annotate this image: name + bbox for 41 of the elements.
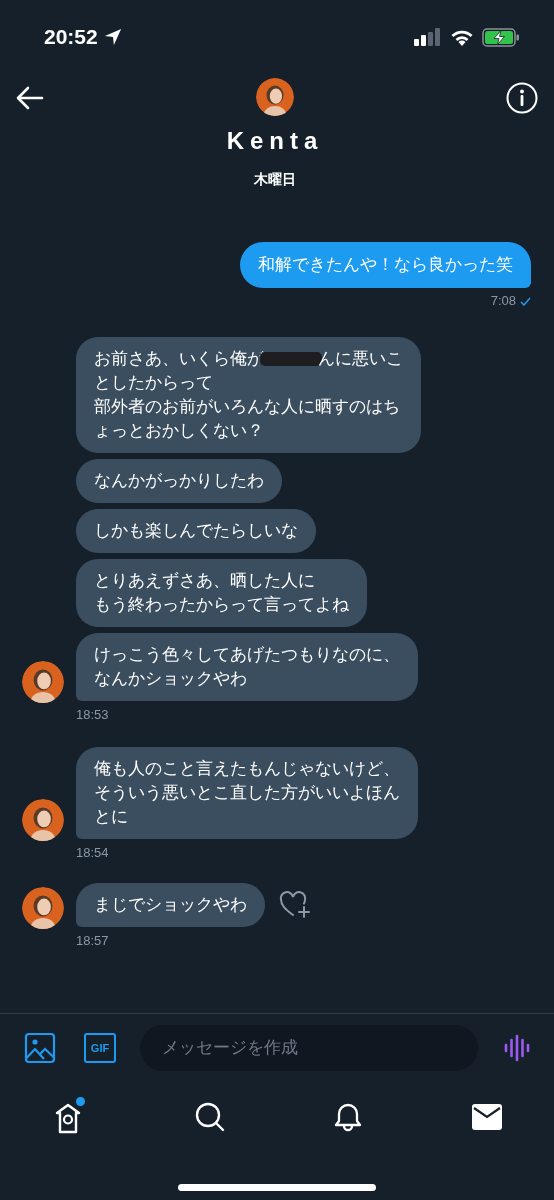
image-icon[interactable]	[24, 1032, 56, 1064]
back-arrow-icon[interactable]	[16, 86, 44, 110]
gif-button[interactable]: GIF	[84, 1033, 116, 1063]
message-text: 俺も人のこと言えたもんじゃないけど、	[94, 758, 400, 780]
avatar[interactable]	[22, 887, 64, 929]
message-text: としたからって	[94, 372, 213, 394]
message-text: まじでショックやわ	[94, 894, 247, 916]
message-input[interactable]: メッセージを作成	[140, 1025, 478, 1071]
mail-icon[interactable]	[471, 1104, 502, 1130]
info-icon[interactable]	[506, 82, 538, 114]
add-reaction-icon[interactable]	[279, 891, 311, 919]
avatar[interactable]	[256, 78, 294, 116]
message-text: ょっとおかしくない？	[94, 420, 264, 442]
message-text: なんかがっかりしたわ	[94, 470, 264, 492]
clock-time: 20:52	[44, 24, 98, 51]
message-text: けっこう色々してあげたつもりなのに、	[94, 644, 400, 666]
message-text: んに悪いこ	[318, 348, 403, 370]
date-label: 木曜日	[254, 170, 296, 188]
message-text: そういう悪いとこ直した方がいいよほん	[94, 782, 400, 804]
home-indicator[interactable]	[178, 1183, 376, 1191]
message-bubble: 和解できたんや！なら良かった笑	[240, 242, 531, 288]
message-text: とりあえずさあ、晒した人に	[94, 570, 315, 592]
message-text: 部外者のお前がいろんな人に晒すのはち	[94, 396, 400, 418]
bell-icon[interactable]	[333, 1101, 364, 1133]
message-time: 18:57	[76, 933, 109, 949]
message-text: なんかショックやわ	[94, 668, 247, 690]
wifi-icon	[450, 28, 474, 46]
message-text: しかも楽しんでたらしいな	[94, 520, 298, 542]
location-arrow-icon	[103, 28, 122, 46]
avatar[interactable]	[22, 661, 64, 703]
message-time: 18:54	[76, 845, 109, 861]
search-icon[interactable]	[194, 1102, 225, 1132]
contact-name: Kenta	[226, 126, 324, 156]
battery-charging-icon	[482, 27, 520, 47]
signal-icon	[414, 28, 442, 46]
message-time: 18:53	[76, 707, 109, 723]
avatar[interactable]	[22, 799, 64, 841]
voice-message-icon[interactable]	[504, 1034, 530, 1062]
message-time: 7:08	[490, 292, 516, 311]
message-text: もう終わったからって言ってよね	[94, 594, 349, 616]
message-text: とに	[94, 806, 128, 828]
